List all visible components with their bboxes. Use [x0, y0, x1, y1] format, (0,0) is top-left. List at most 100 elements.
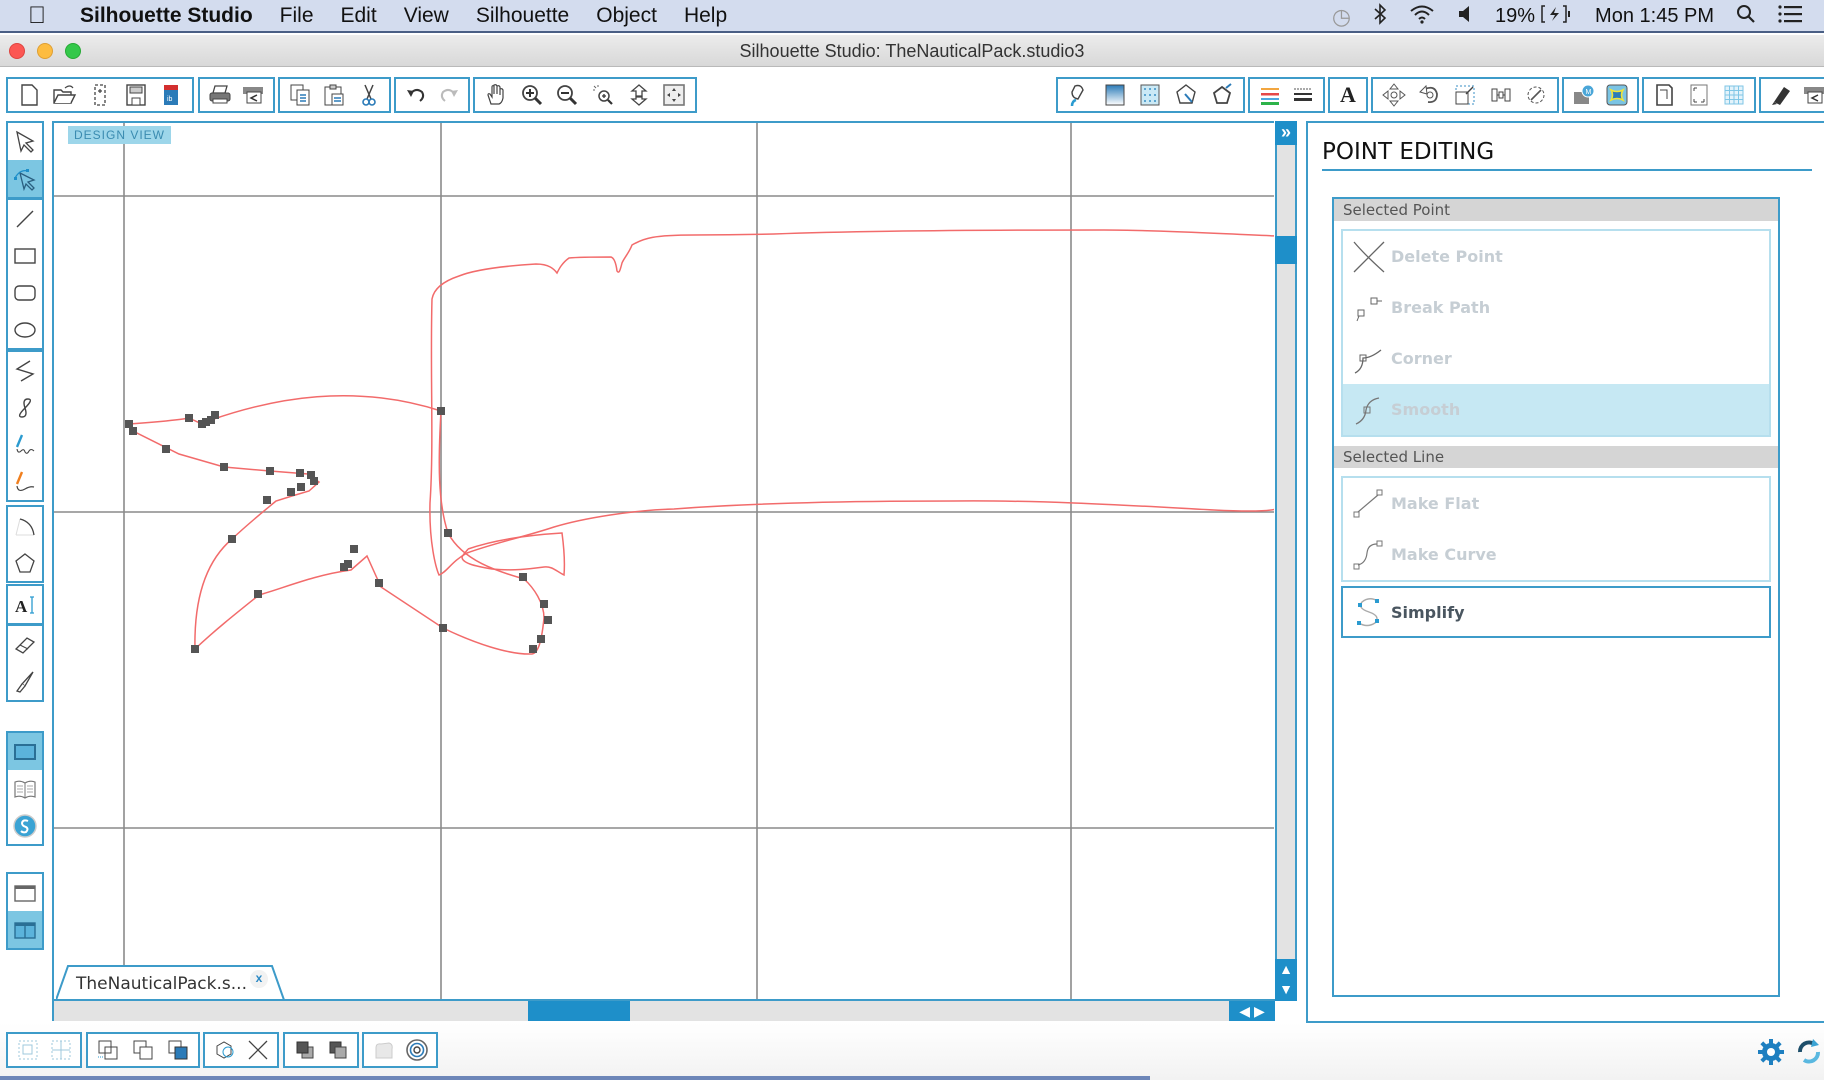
- path-node-handle[interactable]: [439, 624, 447, 632]
- copy-button[interactable]: [283, 79, 317, 111]
- offset-button[interactable]: [400, 1034, 433, 1066]
- sync-refresh-icon[interactable]: [1794, 1037, 1824, 1072]
- vertical-scroll-thumb[interactable]: [1275, 236, 1297, 264]
- scroll-left-button[interactable]: ◀: [1239, 1003, 1250, 1019]
- replicate-button[interactable]: [1518, 79, 1554, 111]
- bluetooth-icon[interactable]: [1373, 2, 1387, 31]
- menu-silhouette[interactable]: Silhouette: [476, 4, 569, 28]
- path-node-handle[interactable]: [185, 414, 193, 422]
- fill-color-button[interactable]: [1061, 79, 1097, 111]
- path-node-handle[interactable]: [444, 529, 452, 537]
- delete-point-button[interactable]: Delete Point: [1343, 231, 1769, 282]
- bring-to-front-button[interactable]: [288, 1034, 321, 1066]
- path-node-handle[interactable]: [220, 463, 228, 471]
- rectangle-tool-button[interactable]: [8, 237, 42, 274]
- design-canvas[interactable]: DESIGN VIEW: [52, 121, 1274, 999]
- online-store-button[interactable]: [8, 807, 42, 844]
- path-node-handle[interactable]: [191, 645, 199, 653]
- battery-charging-icon[interactable]: [1541, 4, 1573, 29]
- make-compound-path-button[interactable]: [91, 1034, 126, 1066]
- polygon-tool-button[interactable]: [8, 352, 42, 389]
- zoom-out-button[interactable]: [549, 79, 585, 111]
- align-button[interactable]: [1483, 79, 1519, 111]
- scroll-up-button[interactable]: ▲: [1275, 959, 1297, 979]
- path-node-handle[interactable]: [266, 467, 274, 475]
- simplify-button[interactable]: Simplify: [1341, 586, 1771, 638]
- zoom-in-button[interactable]: [514, 79, 550, 111]
- ungroup-button[interactable]: [44, 1034, 77, 1066]
- redo-button[interactable]: [432, 79, 465, 111]
- path-node-handle[interactable]: [529, 645, 537, 653]
- modify-button[interactable]: M: [1567, 79, 1601, 111]
- spotlight-search-icon[interactable]: [1736, 4, 1756, 30]
- trace-button[interactable]: [1601, 79, 1635, 111]
- wifi-icon[interactable]: [1409, 4, 1435, 30]
- document-tab[interactable]: TheNauticalPack.s... x: [56, 965, 285, 1001]
- break-path-button[interactable]: Break Path: [1343, 282, 1769, 333]
- weld-button[interactable]: [208, 1034, 241, 1066]
- new-document-button[interactable]: [11, 79, 47, 111]
- arc-tool-button[interactable]: [8, 507, 42, 544]
- edited-path[interactable]: [127, 394, 545, 655]
- fill-pattern-button[interactable]: [1133, 79, 1169, 111]
- sketch-button[interactable]: [1764, 79, 1798, 111]
- save-to-sd-card-button[interactable]: ib: [153, 79, 189, 111]
- menu-app-name[interactable]: Silhouette Studio: [80, 4, 253, 28]
- design-view-button[interactable]: [8, 733, 42, 770]
- rounded-rectangle-tool-button[interactable]: [8, 274, 42, 311]
- drag-zoom-button[interactable]: [621, 79, 657, 111]
- path-node-handle[interactable]: [375, 579, 383, 587]
- select-tool-button[interactable]: [8, 123, 42, 160]
- path-node-handle[interactable]: [519, 573, 527, 581]
- knife-tool-button[interactable]: [8, 663, 42, 700]
- registration-marks-button[interactable]: [1682, 79, 1717, 111]
- rotate-button[interactable]: [1412, 79, 1448, 111]
- line-color-button[interactable]: [1253, 79, 1287, 111]
- zoom-selection-button[interactable]: [585, 79, 621, 111]
- notification-center-icon[interactable]: [1778, 4, 1802, 29]
- clock[interactable]: Mon 1:45 PM: [1595, 5, 1714, 28]
- print-and-cut-button[interactable]: [237, 79, 271, 111]
- pan-hand-button[interactable]: [478, 79, 514, 111]
- library-view-button[interactable]: [8, 770, 42, 807]
- path-node-handle[interactable]: [296, 469, 304, 477]
- scale-button[interactable]: [1447, 79, 1483, 111]
- split-panel-view-button[interactable]: [8, 911, 42, 948]
- print-button[interactable]: [203, 79, 237, 111]
- text-style-button[interactable]: A: [1333, 79, 1363, 111]
- path-node-handle[interactable]: [350, 545, 358, 553]
- open-file-button[interactable]: [47, 79, 83, 111]
- path-node-handle[interactable]: [228, 535, 236, 543]
- path-node-handle[interactable]: [540, 600, 548, 608]
- path-node-handle[interactable]: [211, 411, 219, 419]
- smooth-button[interactable]: Smooth: [1343, 384, 1769, 435]
- gradient-button[interactable]: [1097, 79, 1133, 111]
- vertical-scrollbar[interactable]: » ▲ ▼: [1275, 121, 1297, 1001]
- settings-gear-icon[interactable]: [1756, 1037, 1786, 1072]
- menu-help[interactable]: Help: [684, 4, 727, 28]
- text-tool-button[interactable]: A: [8, 586, 42, 623]
- path-node-handle[interactable]: [287, 488, 295, 496]
- point-edit-tool-button[interactable]: [8, 160, 42, 197]
- line-tool-button[interactable]: [8, 200, 42, 237]
- release-compound-path-button[interactable]: [160, 1034, 195, 1066]
- horizontal-scrollbar[interactable]: ◀ ▶: [52, 999, 1275, 1021]
- make-curve-button[interactable]: Make Curve: [1343, 529, 1769, 580]
- menu-object[interactable]: Object: [596, 4, 657, 28]
- path-node-handle[interactable]: [162, 445, 170, 453]
- ellipse-tool-button[interactable]: [8, 311, 42, 348]
- eraser-tool-button[interactable]: [8, 626, 42, 663]
- corner-button[interactable]: Corner: [1343, 333, 1769, 384]
- path-node-handle[interactable]: [544, 616, 552, 624]
- transform-move-button[interactable]: [1376, 79, 1412, 111]
- paste-button[interactable]: [317, 79, 351, 111]
- freehand-tool-button[interactable]: [8, 426, 42, 463]
- open-library-file-button[interactable]: [82, 79, 118, 111]
- path-node-handle[interactable]: [297, 483, 305, 491]
- save-button[interactable]: [118, 79, 154, 111]
- delete-button[interactable]: [241, 1034, 274, 1066]
- scroll-down-button[interactable]: ▼: [1275, 979, 1297, 999]
- fit-to-page-button[interactable]: [656, 79, 692, 111]
- curve-tool-button[interactable]: [8, 389, 42, 426]
- menu-view[interactable]: View: [404, 4, 449, 28]
